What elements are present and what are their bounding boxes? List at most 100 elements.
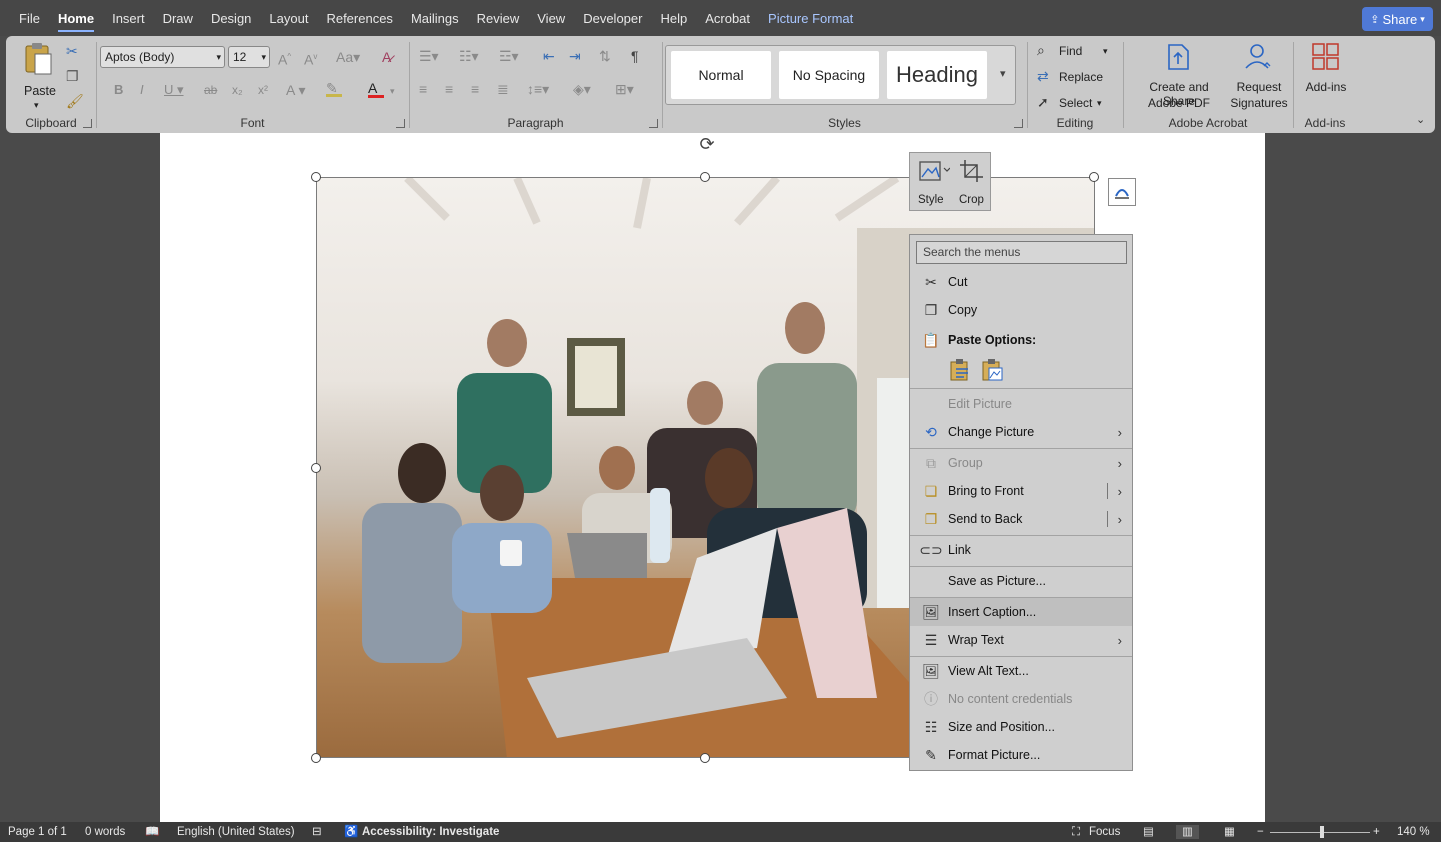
- paste-button[interactable]: Paste ▾: [18, 42, 58, 110]
- align-right-icon[interactable]: ≡: [471, 81, 479, 97]
- menu-item-change-picture[interactable]: ⟲ Change Picture ›: [910, 418, 1132, 446]
- styles-launcher[interactable]: [1014, 119, 1023, 128]
- bullets-icon[interactable]: ☰▾: [419, 48, 439, 64]
- read-mode-icon[interactable]: ▤: [1143, 825, 1154, 839]
- tab-view[interactable]: View: [528, 0, 574, 36]
- page-count[interactable]: Page 1 of 1: [8, 825, 67, 839]
- menu-search-input[interactable]: Search the menus: [916, 241, 1127, 264]
- paragraph-launcher[interactable]: [649, 119, 658, 128]
- multilevel-list-icon[interactable]: ☲▾: [499, 48, 519, 64]
- crop-button[interactable]: Crop: [956, 157, 988, 207]
- menu-item-save-as-picture[interactable]: Save as Picture...: [910, 567, 1132, 595]
- highlight-icon[interactable]: ✎: [326, 80, 342, 97]
- style-heading[interactable]: Heading: [887, 51, 987, 99]
- layout-options-button[interactable]: [1108, 178, 1136, 206]
- change-case-icon[interactable]: Aa▾: [336, 49, 360, 65]
- menu-item-link[interactable]: ⊂⊃ Link: [910, 536, 1132, 564]
- tab-help[interactable]: Help: [651, 0, 696, 36]
- paste-picture-icon[interactable]: [980, 357, 1004, 383]
- text-effects-icon[interactable]: A ▾: [286, 82, 305, 98]
- subscript-icon[interactable]: x₂: [232, 82, 243, 98]
- share-button[interactable]: ⇪ Share ▾: [1362, 7, 1433, 31]
- menu-item-cut[interactable]: ✂ Cut: [910, 268, 1132, 296]
- shrink-font-icon[interactable]: Av: [304, 49, 317, 68]
- clipboard-launcher[interactable]: [83, 119, 92, 128]
- clear-formatting-icon[interactable]: A̷: [382, 49, 391, 65]
- styles-more-icon[interactable]: ▾: [1000, 66, 1006, 82]
- word-count[interactable]: 0 words: [85, 825, 125, 839]
- proofing-icon[interactable]: 📖: [145, 825, 159, 839]
- resize-handle-bottom-left[interactable]: [311, 753, 321, 763]
- zoom-in-icon[interactable]: +: [1373, 825, 1380, 839]
- menu-item-wrap-text[interactable]: ☰ Wrap Text ›: [910, 626, 1132, 654]
- align-left-icon[interactable]: ≡: [419, 81, 427, 97]
- menu-item-bring-to-front[interactable]: ❏ Bring to Front ›: [910, 477, 1132, 505]
- grow-font-icon[interactable]: A^: [278, 49, 291, 68]
- increase-indent-icon[interactable]: ⇥: [569, 48, 581, 64]
- numbering-icon[interactable]: ☷▾: [459, 48, 479, 64]
- menu-item-insert-caption[interactable]: 🖼 Insert Caption...: [910, 598, 1132, 626]
- tab-design[interactable]: Design: [202, 0, 260, 36]
- align-center-icon[interactable]: ≡: [445, 81, 453, 97]
- resize-handle-left[interactable]: [311, 463, 321, 473]
- focus-button[interactable]: Focus: [1089, 825, 1120, 839]
- select-button[interactable]: ➚ Select ▾: [1037, 94, 1117, 112]
- tab-home[interactable]: Home: [49, 0, 103, 36]
- style-normal[interactable]: Normal: [671, 51, 771, 99]
- create-share-pdf-button[interactable]: Create and Share Adobe PDF: [1129, 40, 1227, 110]
- paste-keep-formatting-icon[interactable]: [948, 357, 972, 383]
- tab-acrobat[interactable]: Acrobat: [696, 0, 759, 36]
- justify-icon[interactable]: ≣: [497, 81, 509, 97]
- font-name-box[interactable]: Aptos (Body) ▾: [100, 46, 225, 68]
- resize-handle-top-left[interactable]: [311, 172, 321, 182]
- format-painter-icon[interactable]: 🖌: [66, 93, 84, 109]
- superscript-icon[interactable]: x²: [258, 82, 268, 98]
- find-button[interactable]: ⌕ Find ▾: [1037, 42, 1117, 60]
- strikethrough-icon[interactable]: ab: [204, 82, 217, 98]
- copy-icon[interactable]: ❐: [66, 68, 79, 84]
- menu-item-send-to-back[interactable]: ❐ Send to Back ›: [910, 505, 1132, 533]
- font-color-icon[interactable]: A: [368, 80, 384, 98]
- show-marks-icon[interactable]: ¶: [631, 48, 639, 64]
- line-spacing-icon[interactable]: ↕≡▾: [527, 81, 549, 97]
- style-no-spacing[interactable]: No Spacing: [779, 51, 879, 99]
- tab-mailings[interactable]: Mailings: [402, 0, 468, 36]
- tab-picture-format[interactable]: Picture Format: [759, 0, 862, 36]
- style-button[interactable]: Style: [916, 157, 952, 207]
- macro-icon[interactable]: ⊟: [312, 825, 322, 839]
- accessibility-status[interactable]: Accessibility: Investigate: [362, 825, 499, 839]
- shading-icon[interactable]: ◈▾: [573, 81, 591, 97]
- chevron-right-icon[interactable]: ›: [1118, 512, 1122, 527]
- menu-item-view-alt-text[interactable]: 🖼 View Alt Text...: [910, 657, 1132, 685]
- replace-button[interactable]: ⇄ Replace: [1037, 68, 1117, 86]
- chevron-right-icon[interactable]: ›: [1118, 484, 1122, 499]
- borders-icon[interactable]: ⊞▾: [615, 81, 634, 97]
- cut-icon[interactable]: ✂: [66, 43, 78, 59]
- rotate-handle-icon[interactable]: ⟳: [696, 134, 718, 154]
- font-launcher[interactable]: [396, 119, 405, 128]
- print-layout-icon[interactable]: ▥: [1176, 825, 1199, 839]
- tab-references[interactable]: References: [317, 0, 401, 36]
- tab-draw[interactable]: Draw: [154, 0, 202, 36]
- bold-icon[interactable]: B: [114, 82, 123, 98]
- resize-handle-top-right[interactable]: [1089, 172, 1099, 182]
- italic-icon[interactable]: I: [140, 82, 144, 98]
- menu-item-copy[interactable]: ❐ Copy: [910, 296, 1132, 324]
- request-signatures-button[interactable]: Request Signatures: [1227, 40, 1291, 110]
- tab-file[interactable]: File: [10, 0, 49, 36]
- zoom-level[interactable]: 140 %: [1397, 825, 1430, 839]
- tab-layout[interactable]: Layout: [260, 0, 317, 36]
- underline-icon[interactable]: U ▾: [164, 82, 184, 98]
- tab-developer[interactable]: Developer: [574, 0, 651, 36]
- tab-review[interactable]: Review: [468, 0, 529, 36]
- resize-handle-top[interactable]: [700, 172, 710, 182]
- menu-item-format-picture[interactable]: ✎ Format Picture...: [910, 741, 1132, 769]
- decrease-indent-icon[interactable]: ⇤: [543, 48, 555, 64]
- sort-icon[interactable]: ⇅: [599, 48, 611, 64]
- tab-insert[interactable]: Insert: [103, 0, 154, 36]
- menu-item-size-and-position[interactable]: ☷ Size and Position...: [910, 713, 1132, 741]
- web-layout-icon[interactable]: ▦: [1224, 825, 1235, 839]
- language-indicator[interactable]: English (United States): [177, 825, 295, 839]
- font-size-box[interactable]: 12 ▾: [228, 46, 270, 68]
- zoom-out-icon[interactable]: −: [1257, 825, 1264, 839]
